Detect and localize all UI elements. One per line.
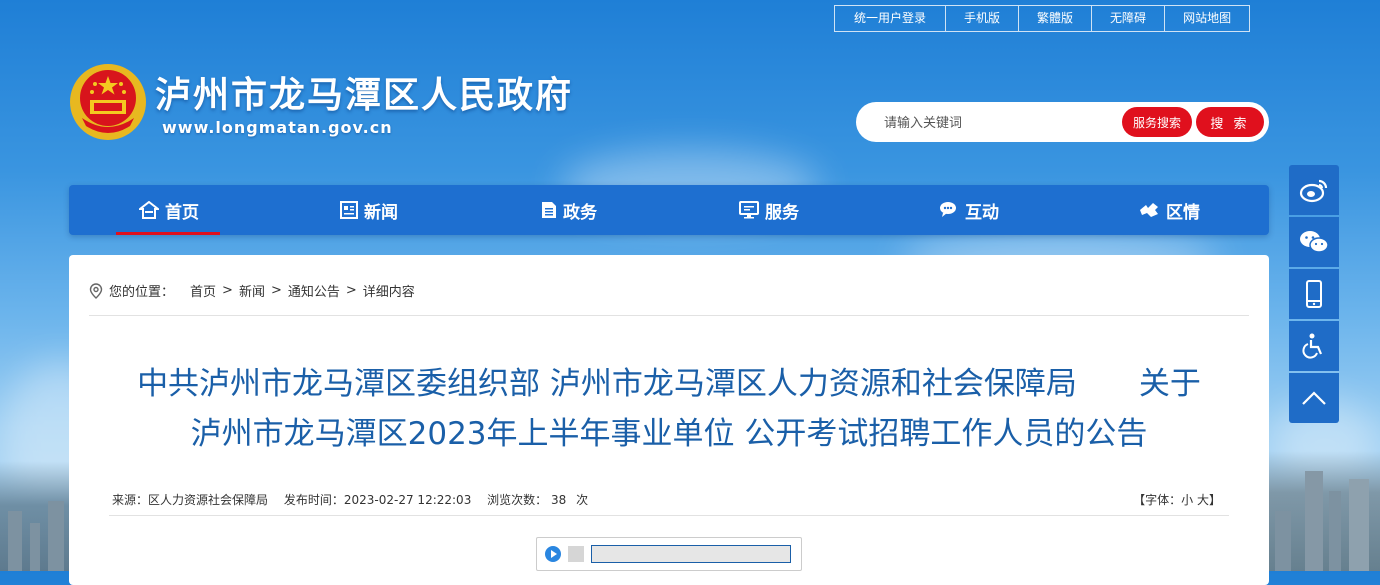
home-icon: [139, 201, 159, 219]
nav-item-home[interactable]: 首页: [69, 185, 269, 235]
audio-progress-bar[interactable]: [591, 545, 791, 563]
mobile-button[interactable]: [1289, 269, 1339, 319]
article-title-line1: 中共泸州市龙马潭区委组织部 泸州市龙马潭区人力资源和社会保障局 关于: [137, 366, 1201, 402]
font-size-close: 】: [1208, 493, 1221, 507]
font-small-button[interactable]: 小: [1181, 493, 1193, 507]
top-link-sitemap[interactable]: 网站地图: [1164, 6, 1249, 31]
views-unit: 次: [576, 493, 589, 507]
top-links-bar: 统一用户登录 手机版 繁體版 无障碍 网站地图: [834, 5, 1251, 32]
national-emblem-logo[interactable]: [68, 62, 148, 142]
article-meta: 来源：区人力资源社会保障局 发布时间：2023-02-27 12:22:03 浏…: [112, 491, 594, 508]
font-size-control: 【字体：小 大】: [1133, 491, 1221, 508]
divider: [109, 515, 1229, 516]
source-value: 区人力资源社会保障局: [148, 493, 269, 507]
nav-item-service[interactable]: 服务: [669, 185, 869, 235]
nav-item-government[interactable]: 政务: [469, 185, 669, 235]
article-title: 中共泸州市龙马潭区委组织部 泸州市龙马潭区人力资源和社会保障局 关于 泸州市龙马…: [99, 359, 1239, 459]
mobile-icon: [1306, 280, 1322, 308]
nav-item-label: 服务: [765, 202, 799, 223]
nav-item-interaction[interactable]: 互动: [869, 185, 1069, 235]
breadcrumb-notices[interactable]: 通知公告: [288, 281, 340, 300]
site-url: www.longmatan.gov.cn: [162, 118, 393, 137]
views-value: 38: [551, 493, 567, 507]
article-title-line2: 泸州市龙马潭区2023年上半年事业单位 公开考试招聘工作人员的公告: [190, 416, 1148, 452]
accessibility-button[interactable]: [1289, 321, 1339, 371]
nav-item-label: 政务: [563, 202, 597, 223]
nav-item-label: 新闻: [364, 202, 398, 223]
views-label: 浏览次数：: [487, 493, 548, 507]
nav-item-news[interactable]: 新闻: [269, 185, 469, 235]
breadcrumb-home[interactable]: 首页: [190, 281, 216, 300]
breadcrumb-separator: >: [345, 283, 357, 298]
nav-item-label: 互动: [965, 202, 999, 223]
service-search-button[interactable]: 服务搜索: [1122, 107, 1192, 137]
back-to-top-button[interactable]: [1289, 373, 1339, 423]
nav-item-region[interactable]: 区情: [1069, 185, 1269, 235]
top-link-user-login[interactable]: 统一用户登录: [835, 6, 945, 31]
font-large-button[interactable]: 大: [1197, 493, 1209, 507]
nav-item-label: 区情: [1166, 202, 1200, 223]
top-link-accessibility[interactable]: 无障碍: [1091, 6, 1164, 31]
search-button[interactable]: 搜 索: [1196, 107, 1264, 137]
audio-player: [536, 537, 802, 571]
chat-icon: [940, 202, 956, 217]
source-label: 来源：: [112, 493, 149, 507]
weibo-button[interactable]: [1289, 165, 1339, 215]
stop-icon[interactable]: [568, 546, 584, 562]
search-box: 服务搜索 搜 索: [856, 102, 1269, 142]
main-nav: 首页 新闻 政务 服务 互动 区情: [69, 185, 1269, 235]
top-link-traditional[interactable]: 繁體版: [1018, 6, 1091, 31]
breadcrumb-current: 详细内容: [362, 285, 415, 300]
search-input[interactable]: [882, 112, 1116, 134]
published-label: 发布时间：: [283, 493, 344, 507]
region-icon: [1140, 203, 1158, 217]
font-size-label: 【字体：: [1133, 493, 1182, 507]
accessibility-icon: [1302, 333, 1323, 359]
top-link-mobile[interactable]: 手机版: [945, 6, 1018, 31]
wechat-button[interactable]: [1289, 217, 1339, 267]
breadcrumb: 您的位置： 首页 > 新闻 > 通知公告 > 详细内容: [89, 281, 415, 300]
nav-item-label: 首页: [165, 202, 199, 223]
play-icon[interactable]: [545, 546, 561, 562]
city-skyline-right: [1265, 451, 1380, 571]
news-icon: [340, 201, 358, 219]
service-icon: [739, 201, 759, 219]
weibo-icon: [1299, 179, 1328, 203]
breadcrumb-news[interactable]: 新闻: [239, 281, 265, 300]
city-skyline-left: [0, 461, 75, 571]
site-title[interactable]: 泸州市龙马潭区人民政府: [155, 66, 573, 118]
wechat-icon: [1300, 231, 1329, 253]
breadcrumb-label: 您的位置：: [109, 285, 175, 300]
published-value: 2023-02-27 12:22:03: [343, 493, 472, 507]
breadcrumb-separator: >: [222, 283, 233, 298]
floating-sidebar: [1289, 165, 1339, 425]
back-to-top-icon: [1302, 391, 1326, 405]
document-icon: [542, 202, 556, 218]
divider: [89, 315, 1249, 316]
content-panel: 您的位置： 首页 > 新闻 > 通知公告 > 详细内容 中共泸州市龙马潭区委组织…: [69, 255, 1269, 585]
location-pin-icon: [89, 282, 103, 299]
breadcrumb-separator: >: [270, 283, 282, 298]
